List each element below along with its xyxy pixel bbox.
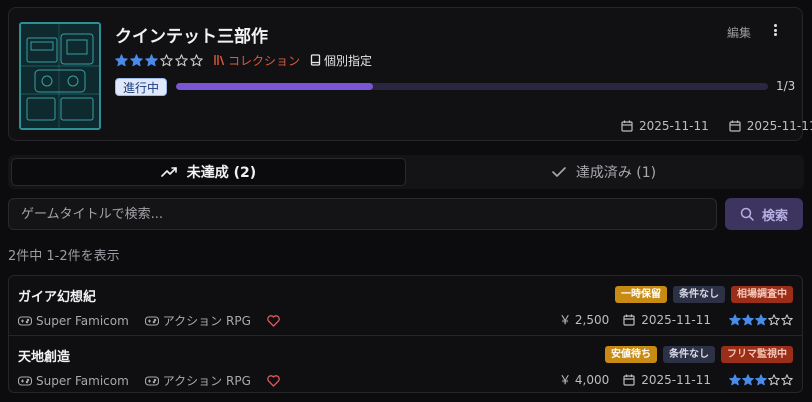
game-price: ￥ 2,500 — [559, 313, 610, 327]
badge-hold: 一時保留 — [615, 286, 667, 303]
rating-stars — [115, 53, 203, 67]
star-filled-icon — [742, 313, 754, 325]
badge-market: フリマ監視中 — [721, 346, 793, 363]
heart-icon[interactable] — [267, 314, 280, 327]
star-filled-icon — [115, 53, 128, 66]
game-date: 2025-11-11 — [641, 312, 711, 327]
game-date: 2025-11-11 — [641, 372, 711, 387]
star-empty-icon — [768, 373, 780, 385]
badge-market: 相場調査中 — [731, 286, 793, 303]
game-price: ￥ 4,000 — [559, 373, 610, 387]
star-filled-icon — [755, 313, 767, 325]
individual-label: 個別指定 — [324, 53, 373, 68]
progress-fill — [176, 83, 374, 90]
game-list: ガイア幻想紀 Super Famicom アクション RPG 一時保留 条件なし… — [8, 275, 803, 393]
star-empty-icon — [781, 373, 793, 385]
gamepad-icon — [144, 315, 159, 326]
game-platform: Super Famicom — [36, 313, 129, 328]
date-updated: 2025-11-11 — [729, 119, 812, 133]
status-badges: 安値待ち 条件なし フリマ監視中 — [605, 346, 793, 363]
star-filled-icon — [130, 53, 143, 66]
result-count: 2件中 1-2件を表示 — [8, 249, 120, 264]
tab-incomplete[interactable]: 未達成 (2) — [11, 158, 406, 186]
search-button-label: 検索 — [761, 208, 788, 224]
game-title: 天地創造 — [18, 350, 71, 365]
game-rating — [729, 313, 793, 326]
collection-tag: コレクション — [213, 52, 300, 69]
badge-hold: 安値待ち — [605, 346, 657, 363]
star-empty-icon — [160, 53, 173, 66]
gamepad-icon — [18, 315, 32, 326]
collection-label: コレクション — [228, 53, 301, 68]
game-genre: アクション RPG — [162, 374, 251, 388]
game-platform: Super Famicom — [36, 373, 129, 388]
trending-up-icon — [160, 167, 177, 177]
gamepad-icon — [144, 375, 159, 386]
date-updated-value: 2025-11-11 — [746, 119, 812, 133]
star-filled-icon — [145, 53, 158, 66]
star-empty-icon — [175, 53, 188, 66]
series-title: クインテット三部作 — [115, 27, 268, 47]
more-options-icon[interactable] — [767, 21, 783, 39]
game-title: ガイア幻想紀 — [18, 290, 97, 305]
star-filled-icon — [742, 373, 754, 385]
star-empty-icon — [768, 313, 780, 325]
tab-completed[interactable]: 達成済み (1) — [408, 158, 800, 186]
cover-image — [19, 22, 101, 130]
individual-tag: 個別指定 — [310, 52, 372, 69]
progress-text: 1/3 — [776, 79, 796, 93]
calendar-icon — [621, 120, 633, 132]
date-created: 2025-11-11 — [621, 119, 709, 133]
tab-incomplete-label: 未達成 (2) — [186, 165, 257, 181]
list-item[interactable]: ガイア幻想紀 Super Famicom アクション RPG 一時保留 条件なし… — [9, 276, 802, 334]
console-blueprint-image — [21, 24, 99, 128]
badge-condition: 条件なし — [663, 346, 715, 363]
star-filled-icon — [755, 373, 767, 385]
tab-bar: 未達成 (2) 達成済み (1) — [8, 155, 804, 189]
heart-icon[interactable] — [267, 374, 280, 387]
search-input[interactable] — [8, 198, 717, 230]
game-details: ￥ 4,000 2025-11-11 — [559, 371, 793, 388]
star-empty-icon — [781, 313, 793, 325]
status-badge: 進行中 — [115, 78, 168, 96]
game-meta: Super Famicom アクション RPG — [18, 312, 280, 329]
search-button[interactable]: 検索 — [725, 198, 803, 230]
game-rating — [729, 373, 793, 386]
game-meta: Super Famicom アクション RPG — [18, 372, 280, 389]
list-item[interactable]: 天地創造 Super Famicom アクション RPG 安値待ち 条件なし フ… — [9, 335, 802, 392]
book-icon — [310, 54, 321, 66]
gamepad-icon — [18, 375, 32, 386]
status-badges: 一時保留 条件なし 相場調査中 — [615, 286, 793, 303]
date-created-value: 2025-11-11 — [639, 119, 709, 133]
library-icon — [214, 55, 225, 66]
star-filled-icon — [729, 313, 741, 325]
badge-condition: 条件なし — [673, 286, 725, 303]
series-dates: 2025-11-11 2025-11-11 — [621, 119, 812, 133]
calendar-icon — [623, 374, 635, 386]
series-meta: コレクション 個別指定 — [115, 52, 372, 68]
search-icon — [740, 207, 754, 221]
edit-button[interactable]: 編集 — [727, 24, 751, 41]
check-icon — [552, 167, 566, 177]
star-filled-icon — [729, 373, 741, 385]
tab-completed-label: 達成済み (1) — [575, 165, 657, 181]
game-genre: アクション RPG — [162, 314, 251, 328]
calendar-icon — [729, 120, 741, 132]
progress-bar — [176, 83, 768, 90]
star-empty-icon — [190, 53, 203, 66]
game-details: ￥ 2,500 2025-11-11 — [559, 311, 793, 328]
series-header-card: クインテット三部作 編集 コレクション 個別指定 進行中 1/3 2025-11… — [8, 7, 812, 141]
calendar-icon — [623, 314, 635, 326]
